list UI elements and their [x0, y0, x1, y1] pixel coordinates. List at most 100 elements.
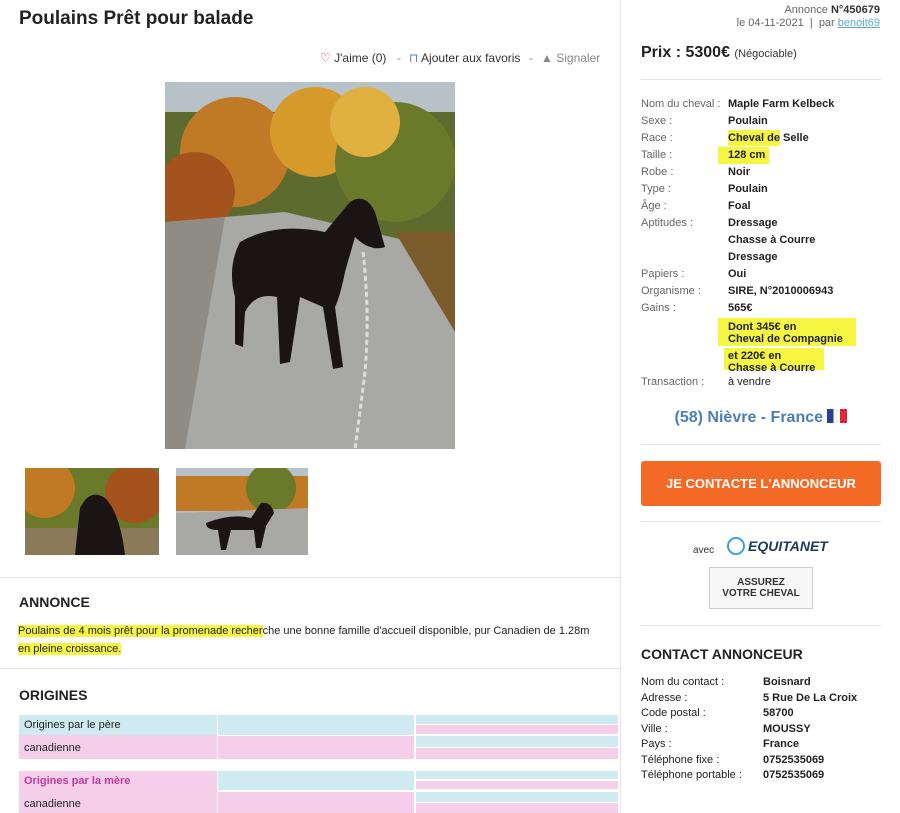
contact-label: Téléphone portable :	[641, 769, 742, 781]
thumbnail-2-image	[176, 468, 308, 555]
spec-label: Papiers :	[641, 268, 685, 280]
spec-value: Oui	[728, 268, 747, 280]
spec-value: Poulain	[728, 115, 768, 127]
author-link[interactable]: benoit69	[838, 17, 880, 29]
spec-row: Aptitudes : Dressage	[641, 215, 881, 232]
pere-cell	[416, 748, 618, 759]
contact-row: Adresse : 5 Rue De La Croix	[641, 691, 886, 707]
gains-detail-2: et 220€ en Chasse à Courre	[728, 350, 815, 374]
main-photo[interactable]	[165, 82, 455, 449]
equitanet-label: EQUITANET	[748, 538, 828, 554]
spec-label: Aptitudes :	[641, 217, 693, 229]
assurez-line-1: ASSUREZ	[737, 577, 785, 588]
like-button[interactable]: ♡ J'aime (0)	[320, 51, 386, 65]
mere-cell	[218, 792, 414, 813]
description-highlighted-2: en pleine croissance.	[18, 643, 122, 655]
price-value: 5300€	[685, 44, 730, 61]
section-divider	[641, 625, 881, 626]
gains-detail-1b: Cheval de Compagnie	[728, 333, 843, 345]
bookmark-icon: ⊓	[409, 51, 419, 65]
spec-row: Papiers : Oui	[641, 266, 881, 283]
spec-value: Maple Farm Kelbeck	[728, 98, 835, 110]
spec-label: Race :	[641, 132, 673, 144]
action-separator: -	[397, 51, 401, 65]
spec-value: Chasse à Courre	[728, 234, 816, 246]
contact-label: Nom du contact :	[641, 676, 725, 688]
mere-cell	[218, 771, 414, 790]
action-separator: -	[529, 51, 533, 65]
report-button[interactable]: ▲ Signaler	[541, 51, 600, 65]
spec-value: Cheval de Selle	[728, 130, 809, 147]
gains-detail-1a: Dont 345€ en	[728, 321, 797, 333]
equitanet-logo[interactable]: EQUITANET	[727, 537, 828, 555]
section-divider	[641, 444, 881, 445]
annonce-info: Annonce N°450679 le 04-11-2021 | par ben…	[737, 4, 880, 30]
thumbnail-1[interactable]	[25, 468, 159, 555]
transaction-row: Transaction : à vendre	[641, 376, 881, 388]
thumbnail-2[interactable]	[176, 468, 308, 555]
gains-detail-2b: Chasse à Courre	[728, 362, 816, 374]
mere-value: canadienne	[24, 798, 81, 810]
contact-row: Pays : France	[641, 737, 886, 753]
annonce-description: Poulains de 4 mois prêt pour la promenad…	[18, 622, 608, 658]
contact-value: 58700	[763, 707, 794, 719]
insure-horse-button[interactable]: ASSUREZ VOTRE CHEVAL	[709, 567, 813, 609]
avec-label: avec	[693, 545, 715, 556]
spec-label: Type :	[641, 183, 671, 195]
warning-icon: ▲	[541, 51, 553, 65]
spec-value: 128 cm	[718, 147, 770, 164]
pere-cell	[416, 736, 618, 747]
spec-label: Nom du cheval :	[641, 98, 721, 110]
spec-label	[641, 249, 728, 266]
pere-cell	[416, 715, 618, 724]
spec-label: Robe :	[641, 166, 674, 178]
spec-row: Âge : Foal	[641, 198, 881, 215]
annonce-separator: |	[809, 17, 813, 29]
spec-label: Âge :	[641, 200, 667, 212]
pere-cell	[416, 725, 618, 734]
contact-value: 0752535069	[763, 753, 825, 766]
horse-specs: Nom du cheval : Maple Farm Kelbeck Sexe : P…	[641, 96, 881, 300]
price-note: (Négociable)	[734, 48, 797, 60]
add-favorites-button[interactable]: ⊓ Ajouter aux favoris	[409, 51, 520, 65]
horse-photo-illustration	[165, 82, 455, 449]
pere-cell	[218, 736, 414, 759]
contact-details: Nom du contact : Boisnard Adresse : 5 Rue D…	[641, 675, 886, 784]
location: (58) Nièvre - France	[641, 409, 881, 427]
description-text: che une bonne famille d'accueil disponib…	[262, 625, 590, 637]
price: Prix : 5300€ (Négociable)	[641, 44, 797, 62]
contact-value: MOUSSY	[763, 722, 811, 735]
pere-value: canadienne	[24, 742, 81, 754]
contact-label: Adresse :	[641, 691, 688, 704]
spec-value: Dressage	[728, 217, 778, 229]
spec-row: Chasse à Courre	[641, 232, 881, 249]
section-divider	[0, 668, 620, 669]
spec-value: Noir	[728, 166, 750, 178]
price-label: Prix :	[641, 44, 682, 61]
spec-value: SIRE, N°2010006943	[728, 285, 834, 297]
like-count: (0)	[371, 51, 387, 65]
gains-detail-1: Dont 345€ en Cheval de Compagnie	[728, 321, 843, 345]
origines-heading: ORIGINES	[19, 687, 88, 703]
equitanet-icon	[727, 537, 745, 555]
gains-total: 565€	[728, 302, 753, 314]
gains-block: Gains : 565€	[641, 302, 881, 314]
annonce-number: N°450679	[830, 4, 880, 16]
contact-advertiser-button[interactable]: JE CONTACTE L'ANNONCEUR	[641, 461, 881, 506]
transaction-value: à vendre	[728, 376, 771, 388]
contact-heading: CONTACT ANNONCEUR	[641, 646, 803, 662]
column-divider	[620, 0, 621, 813]
spec-value: Dressage	[728, 251, 778, 263]
gains-label: Gains :	[641, 302, 676, 314]
contact-row: Code postal : 58700	[641, 706, 886, 722]
location-text: (58) Nièvre - France	[674, 409, 824, 426]
spec-value: Foal	[728, 200, 751, 212]
contact-value: 0752535069	[763, 769, 825, 781]
spec-row: Sexe : Poulain	[641, 113, 881, 130]
race-rest: Selle	[779, 132, 809, 144]
by-prefix: par	[818, 17, 835, 29]
spec-value: Poulain	[728, 183, 768, 195]
favorites-label: Ajouter aux favoris	[421, 51, 521, 65]
annonce-heading: ANNONCE	[19, 594, 90, 610]
date-prefix: le	[736, 17, 746, 29]
